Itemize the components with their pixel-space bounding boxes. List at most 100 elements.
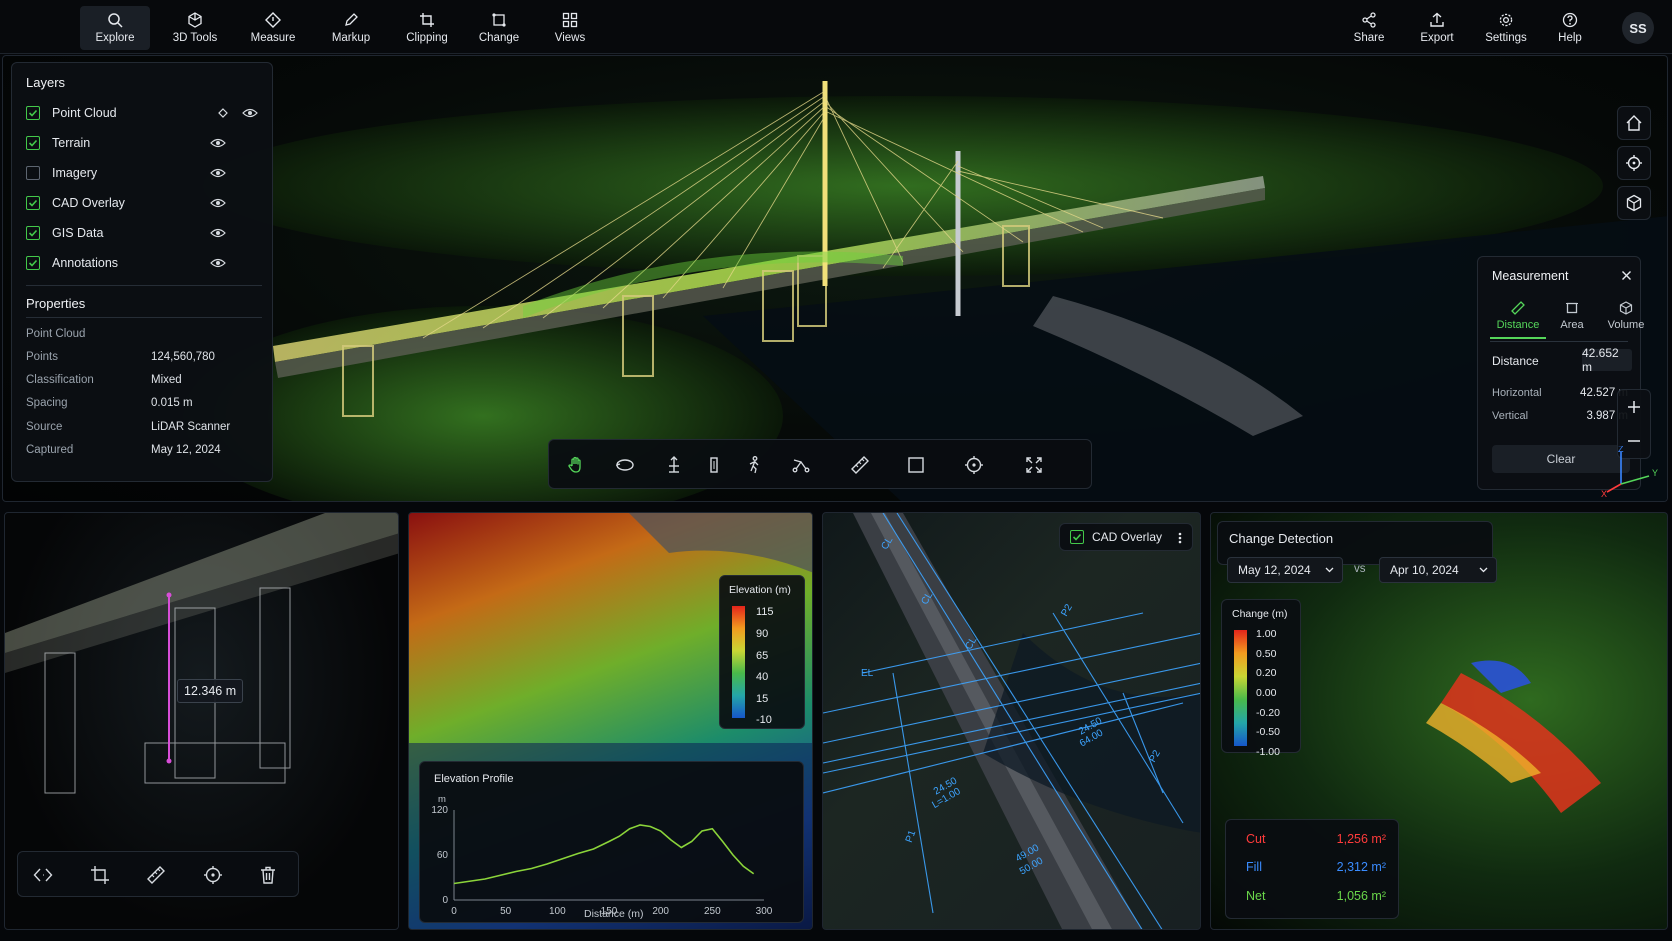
legend-value: 15 bbox=[756, 693, 769, 705]
elevation-legend: Elevation (m) 115 90 65 40 15 -10 bbox=[719, 575, 805, 729]
eye-icon[interactable] bbox=[242, 107, 258, 119]
avatar[interactable]: SS bbox=[1622, 12, 1654, 44]
checkbox-imagery[interactable] bbox=[26, 166, 40, 180]
detail-viewport[interactable]: 12.346 m bbox=[4, 512, 399, 930]
tool-markup-label: Markup bbox=[331, 32, 371, 44]
gear-icon bbox=[1499, 13, 1513, 27]
checkbox-annotations[interactable] bbox=[26, 256, 40, 270]
fullscreen-tool-button[interactable] bbox=[1021, 452, 1047, 478]
layer-row-point-cloud[interactable]: Point Cloud bbox=[26, 101, 262, 125]
legend-value: -0.20 bbox=[1256, 707, 1280, 719]
height-tool-button[interactable] bbox=[701, 452, 727, 478]
upload-icon bbox=[1430, 12, 1444, 27]
crosshair-icon bbox=[1626, 155, 1642, 171]
layer-row-gis-data[interactable]: GIS Data bbox=[26, 221, 262, 245]
net-value: 1,056 m² bbox=[1336, 889, 1386, 903]
ruler-icon bbox=[1511, 301, 1525, 315]
close-icon[interactable] bbox=[1621, 270, 1632, 281]
checkbox-terrain[interactable] bbox=[26, 136, 40, 150]
fill-value: 2,312 m² bbox=[1336, 860, 1386, 874]
box-select-tool-button[interactable] bbox=[903, 452, 929, 478]
eye-icon[interactable] bbox=[210, 197, 226, 209]
y-tick-label: 120 bbox=[431, 805, 448, 816]
tab-area[interactable]: Area bbox=[1544, 301, 1600, 339]
3d-view-button[interactable] bbox=[1617, 186, 1651, 220]
tool-measure[interactable]: Measure bbox=[238, 6, 308, 50]
detail-toolbar bbox=[17, 851, 299, 897]
trash-icon[interactable] bbox=[258, 865, 278, 885]
ruler-tool-button[interactable] bbox=[847, 452, 873, 478]
divider bbox=[1490, 341, 1628, 342]
pan-tool-button[interactable] bbox=[661, 452, 687, 478]
ruler-icon[interactable] bbox=[146, 865, 166, 885]
share-button[interactable]: Share bbox=[1336, 6, 1402, 50]
tool-change[interactable]: Change bbox=[464, 6, 534, 50]
legend-value: 0.00 bbox=[1256, 687, 1277, 699]
tool-3d-tools[interactable]: 3D Tools bbox=[160, 6, 230, 50]
target-icon[interactable] bbox=[203, 865, 223, 885]
more-icon[interactable] bbox=[1178, 532, 1182, 544]
tab-volume-label: Volume bbox=[1607, 319, 1645, 331]
top-toolbar: Explore 3D Tools Measure Markup Clipping… bbox=[0, 0, 1672, 54]
x-tick-label: 150 bbox=[601, 906, 618, 917]
main-3d-viewport[interactable]: Layers Point Cloud Terrain Imagery CAD O… bbox=[2, 55, 1668, 502]
crop-icon[interactable] bbox=[90, 865, 110, 885]
elevation-viewport[interactable]: Elevation (m) 115 90 65 40 15 -10 Elevat… bbox=[408, 512, 813, 930]
help-button[interactable]: Help bbox=[1542, 6, 1598, 50]
checkbox-cad-overlay[interactable] bbox=[26, 196, 40, 210]
pan-icon bbox=[669, 456, 679, 473]
x-tick-label: 50 bbox=[500, 906, 512, 917]
eye-icon[interactable] bbox=[210, 227, 226, 239]
checkbox-point-cloud[interactable] bbox=[26, 106, 40, 120]
home-icon bbox=[1626, 115, 1642, 131]
diamond-icon[interactable] bbox=[218, 108, 228, 118]
layer-row-cad-overlay[interactable]: CAD Overlay bbox=[26, 191, 262, 215]
vertical-label: Vertical bbox=[1492, 410, 1529, 422]
tool-clipping[interactable]: Clipping bbox=[392, 6, 462, 50]
eye-icon[interactable] bbox=[210, 137, 226, 149]
cad-overlay-label: CAD Overlay bbox=[1092, 530, 1163, 544]
check-icon bbox=[1072, 533, 1082, 541]
walk-tool-button[interactable] bbox=[741, 452, 767, 478]
code-icon[interactable] bbox=[33, 865, 53, 885]
home-view-button[interactable] bbox=[1617, 106, 1651, 140]
tool-markup[interactable]: Markup bbox=[316, 6, 386, 50]
property-key: Classification bbox=[26, 374, 94, 386]
height-icon bbox=[710, 457, 718, 473]
cut-fill-summary: Cut 1,256 m² Fill 2,312 m² Net 1,056 m² bbox=[1225, 819, 1399, 919]
property-key: Spacing bbox=[26, 397, 68, 409]
layer-row-annotations[interactable]: Annotations bbox=[26, 251, 262, 275]
divider bbox=[26, 285, 262, 286]
path-tool-button[interactable] bbox=[788, 452, 814, 478]
eye-icon[interactable] bbox=[210, 167, 226, 179]
orbit-tool-button[interactable] bbox=[612, 452, 638, 478]
layer-label: GIS Data bbox=[52, 226, 104, 240]
tool-views[interactable]: Views bbox=[535, 6, 605, 50]
locate-button[interactable] bbox=[1617, 146, 1651, 180]
layers-panel: Layers Point Cloud Terrain Imagery CAD O… bbox=[11, 62, 273, 482]
checkbox-gis-data[interactable] bbox=[26, 226, 40, 240]
grid-icon bbox=[562, 12, 578, 28]
cad-overlay-checkbox[interactable] bbox=[1070, 530, 1084, 544]
property-row: Classification Mixed bbox=[26, 374, 262, 386]
layer-row-imagery[interactable]: Imagery bbox=[26, 161, 262, 185]
settings-button[interactable]: Settings bbox=[1473, 6, 1539, 50]
date-a-select[interactable]: May 12, 2024 bbox=[1227, 557, 1343, 583]
target-tool-button[interactable] bbox=[961, 452, 987, 478]
legend-value: -0.50 bbox=[1256, 726, 1280, 738]
export-button[interactable]: Export bbox=[1404, 6, 1470, 50]
cad-overlay-toggle[interactable]: CAD Overlay bbox=[1059, 523, 1193, 551]
change-detection-viewport[interactable]: Change Detection May 12, 2024 vs Apr 10,… bbox=[1210, 512, 1668, 930]
tool-clipping-label: Clipping bbox=[406, 32, 448, 44]
tab-distance[interactable]: Distance bbox=[1490, 301, 1546, 339]
zoom-in-icon[interactable] bbox=[1625, 398, 1643, 416]
eye-icon[interactable] bbox=[210, 257, 226, 269]
cad-overlay-viewport[interactable]: CL CL CL EL P2 P2 P1 24.50 24.50 49.00 6… bbox=[822, 512, 1201, 930]
chart-axes: 0 50 100 150 200 250 300 120 60 0 bbox=[431, 805, 772, 917]
tab-volume[interactable]: Volume bbox=[1598, 301, 1654, 339]
hand-tool-button[interactable] bbox=[563, 452, 589, 478]
tool-explore[interactable]: Explore bbox=[80, 6, 150, 50]
layer-row-terrain[interactable]: Terrain bbox=[26, 131, 262, 155]
date-b-select[interactable]: Apr 10, 2024 bbox=[1379, 557, 1497, 583]
check-icon bbox=[28, 139, 38, 147]
